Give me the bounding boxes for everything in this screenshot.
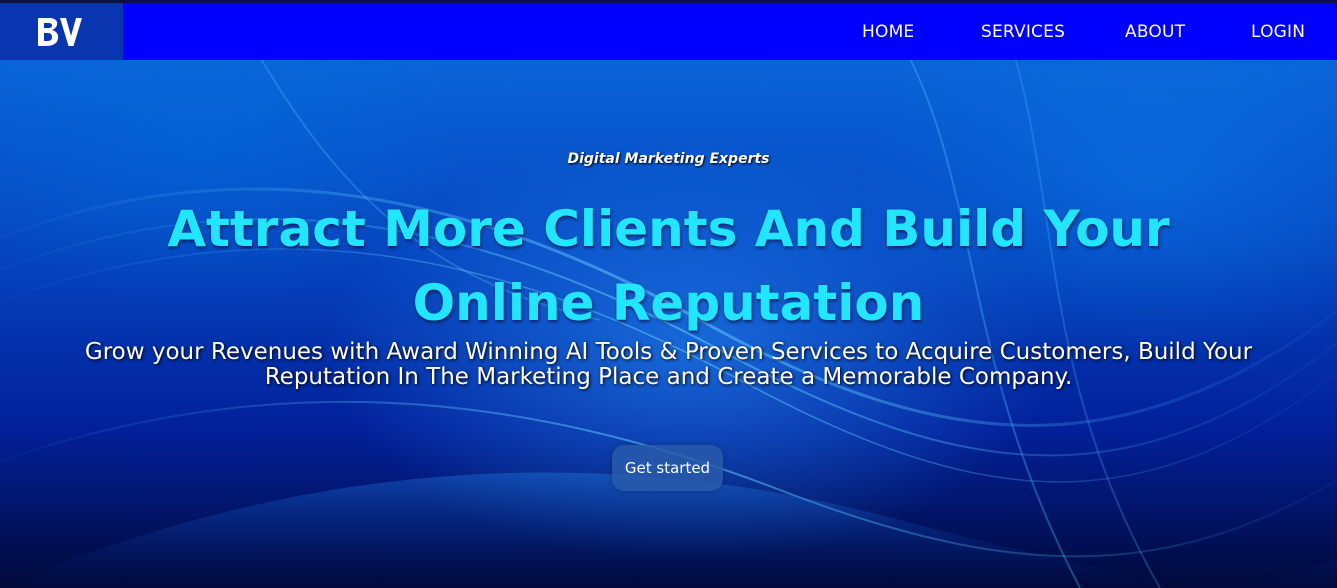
- nav-login-link[interactable]: LOGIN: [1251, 22, 1305, 42]
- nav-home-link[interactable]: HOME: [862, 22, 914, 42]
- hero-section: Digital Marketing Experts Attract More C…: [0, 60, 1337, 588]
- nav-services-link[interactable]: SERVICES: [981, 22, 1065, 42]
- hero-subtext: Grow your Revenues with Award Winning AI…: [84, 339, 1253, 390]
- navbar: HOME SERVICES ABOUT LOGIN: [0, 3, 1337, 60]
- hero-headline: Attract More Clients And Build Your Onli…: [167, 200, 1170, 332]
- hero-eyebrow: Digital Marketing Experts: [567, 151, 770, 167]
- logo-link[interactable]: [0, 3, 123, 60]
- get-started-button[interactable]: Get started: [612, 445, 723, 491]
- nav-about-link[interactable]: ABOUT: [1125, 22, 1185, 42]
- bv-logo-icon: [38, 18, 82, 46]
